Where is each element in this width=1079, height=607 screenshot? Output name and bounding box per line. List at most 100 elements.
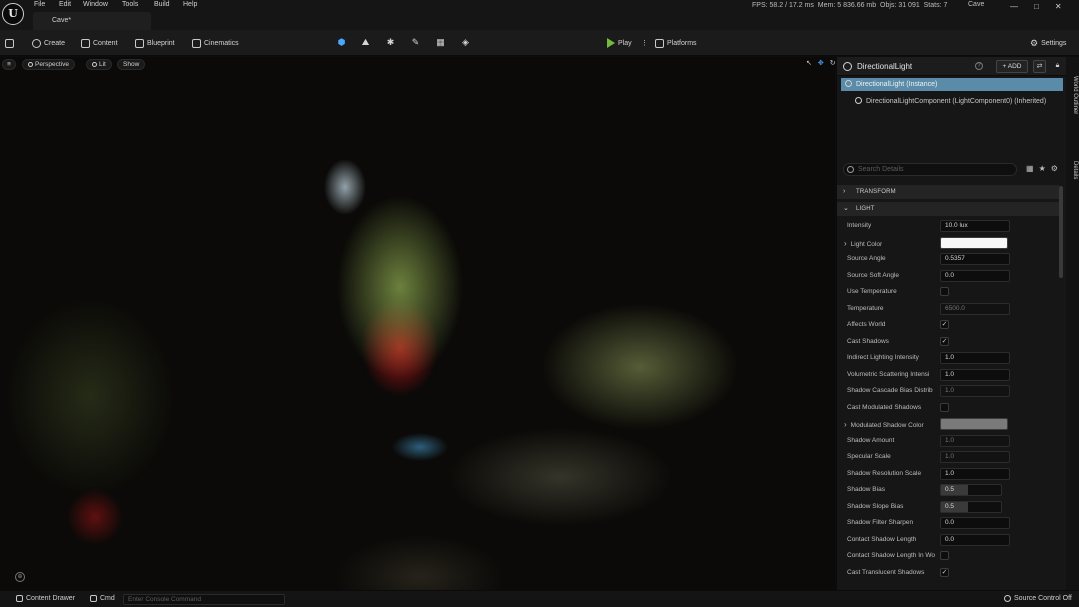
content-drawer-button[interactable]: Content Drawer (16, 595, 75, 602)
console-command-input[interactable]: Enter Console Command (123, 594, 285, 605)
property-value-input[interactable]: 10.0 lux (940, 220, 1010, 232)
content-button[interactable]: Content (81, 36, 118, 50)
property-value-input[interactable]: 0.5357 (940, 253, 1010, 265)
property-value-input[interactable]: 1.0 (940, 451, 1010, 463)
drawer-icon (16, 595, 23, 602)
play-icon (607, 38, 615, 48)
minimize-icon[interactable]: — (1010, 2, 1018, 11)
source-control-button[interactable]: Source Control Off (1004, 595, 1072, 602)
play-label: Play (618, 39, 632, 47)
property-value-input[interactable]: 0.0 (940, 533, 1010, 546)
help-icon[interactable]: ? (975, 62, 983, 70)
lock-icon[interactable]: 🔒︎ (1051, 60, 1064, 73)
property-color-swatch[interactable] (940, 418, 1008, 430)
property-value-input[interactable]: 0.0 (940, 517, 1010, 529)
landscape-mode-icon[interactable]: ⛰ (359, 36, 372, 49)
directional-light-icon (843, 62, 852, 71)
content-drawer-label: Content Drawer (26, 595, 76, 602)
property-checkbox[interactable]: ✓ (940, 336, 949, 346)
viewport-menu-button[interactable]: ≡ (2, 59, 16, 70)
cmd-button[interactable]: Cmd (90, 595, 115, 602)
property-value-input[interactable]: 0.0 (940, 269, 1010, 282)
property-row: Shadow Filter Sharpen 0.0 (837, 515, 1059, 531)
world-outliner-tab[interactable]: World Outliner (1067, 65, 1078, 125)
blueprint-convert-icon[interactable]: ⇄ (1033, 60, 1046, 73)
property-checkbox[interactable] (940, 287, 949, 296)
property-checkbox[interactable]: ✓ (940, 567, 949, 577)
blueprint-button[interactable]: Blueprint (135, 36, 175, 50)
menu-tools[interactable]: Tools (122, 0, 154, 9)
modeling-mode-icon[interactable]: ▦ (434, 36, 447, 49)
window-controls: — □ ✕ (1010, 2, 1062, 11)
details-tab[interactable]: Details (1067, 153, 1078, 187)
favorite-star-icon[interactable]: ★ (1039, 164, 1046, 173)
property-label[interactable]: Light Color (844, 239, 936, 248)
fracture-mode-icon[interactable]: ◈ (459, 36, 472, 49)
property-value-input[interactable]: 1.0 (940, 467, 1010, 480)
perspective-button[interactable]: Perspective (22, 59, 75, 70)
create-button[interactable]: Create (32, 36, 65, 50)
select-mode-icon[interactable]: ⬢ (335, 36, 348, 49)
main-toolbar: Create Content Blueprint Cinematics ⬢ ⛰ … (0, 30, 1079, 56)
property-row: Use Temperature (837, 284, 1059, 300)
component-light-row[interactable]: DirectionalLightComponent (LightComponen… (841, 95, 1063, 108)
play-button[interactable]: Play (607, 36, 632, 50)
rotate-icon[interactable]: ↻ (830, 59, 835, 67)
lit-button[interactable]: Lit (86, 59, 112, 70)
property-label[interactable]: Modulated Shadow Color (844, 420, 936, 429)
settings-gear-icon[interactable]: ⚙ (1051, 164, 1058, 173)
level-viewport[interactable]: ≡ Perspective Lit Show ↖ ✥ ↻ ⊕ (0, 57, 835, 590)
light-section[interactable]: ⌄ LIGHT (837, 202, 1059, 216)
platforms-button[interactable]: Platforms (655, 36, 697, 50)
property-checkbox[interactable] (940, 551, 949, 560)
property-color-swatch[interactable] (940, 236, 1008, 249)
property-value-input[interactable]: 6500.0 (940, 302, 1010, 315)
cmd-label: Cmd (100, 595, 115, 602)
mem-stat: Mem: 5 836.66 mb (817, 2, 877, 9)
property-checkbox[interactable]: ✓ (940, 320, 949, 329)
property-checkbox[interactable] (940, 402, 949, 412)
property-value-input[interactable]: 1.0 (940, 368, 1010, 381)
property-row: Shadow Bias 0.5 (837, 482, 1059, 498)
level-tab[interactable]: Cave* (33, 12, 151, 30)
play-options-icon[interactable]: ⋮ (641, 36, 648, 50)
platforms-label: Platforms (667, 39, 697, 47)
close-icon[interactable]: ✕ (1055, 2, 1062, 11)
component-instance-row[interactable]: DirectionalLight (Instance) (841, 78, 1063, 91)
property-slider[interactable]: 0.5 (940, 500, 1002, 513)
property-row: Shadow Amount 1.0 (837, 433, 1059, 449)
viewport-axis-icon: ⊕ (15, 572, 25, 582)
foliage-mode-icon[interactable]: ✱ (384, 36, 397, 49)
menu-window[interactable]: Window (83, 0, 122, 9)
menu-edit[interactable]: Edit (59, 0, 83, 9)
menu-build[interactable]: Build (154, 0, 183, 9)
transform-section[interactable]: › TRANSFORM (837, 185, 1059, 199)
property-row: Cast Modulated Shadows (837, 400, 1059, 416)
perf-stats: FPS: 58.2 / 17.2 ms Mem: 5 836.66 mb Obj… (752, 2, 948, 9)
settings-button[interactable]: ⚙ Settings (1030, 36, 1066, 50)
mesh-paint-mode-icon[interactable]: ✎ (409, 36, 422, 49)
property-value-input[interactable]: 1.0 (940, 434, 1010, 447)
property-value-input[interactable]: 1.0 (940, 385, 1010, 397)
details-search-input[interactable]: Search Details (843, 163, 1017, 176)
property-slider[interactable]: 0.5 (940, 484, 1002, 496)
select-cursor-icon[interactable]: ↖ (806, 59, 812, 67)
main-menu: File Edit Window Tools Build Help (34, 0, 207, 9)
project-name: Cave (968, 1, 985, 8)
title-bar: U File Edit Window Tools Build Help Cave… (0, 0, 1079, 30)
show-button[interactable]: Show (117, 59, 146, 70)
lit-icon (92, 62, 97, 67)
details-scrollbar[interactable] (1059, 186, 1063, 278)
move-gizmo-icon[interactable]: ✥ (818, 59, 824, 67)
maximize-icon[interactable]: □ (1034, 2, 1039, 11)
chevron-right-icon: › (843, 188, 846, 195)
grid-view-icon[interactable]: ▦ (1026, 164, 1034, 173)
property-label: Temperature (847, 304, 884, 312)
property-label: Intensity (847, 222, 872, 229)
menu-file[interactable]: File (34, 0, 59, 9)
cinematics-button[interactable]: Cinematics (192, 36, 239, 50)
property-value-input[interactable]: 1.0 (940, 352, 1010, 364)
add-component-button[interactable]: + ADD (996, 60, 1028, 73)
menu-help[interactable]: Help (183, 0, 207, 9)
save-button[interactable] (5, 36, 14, 50)
